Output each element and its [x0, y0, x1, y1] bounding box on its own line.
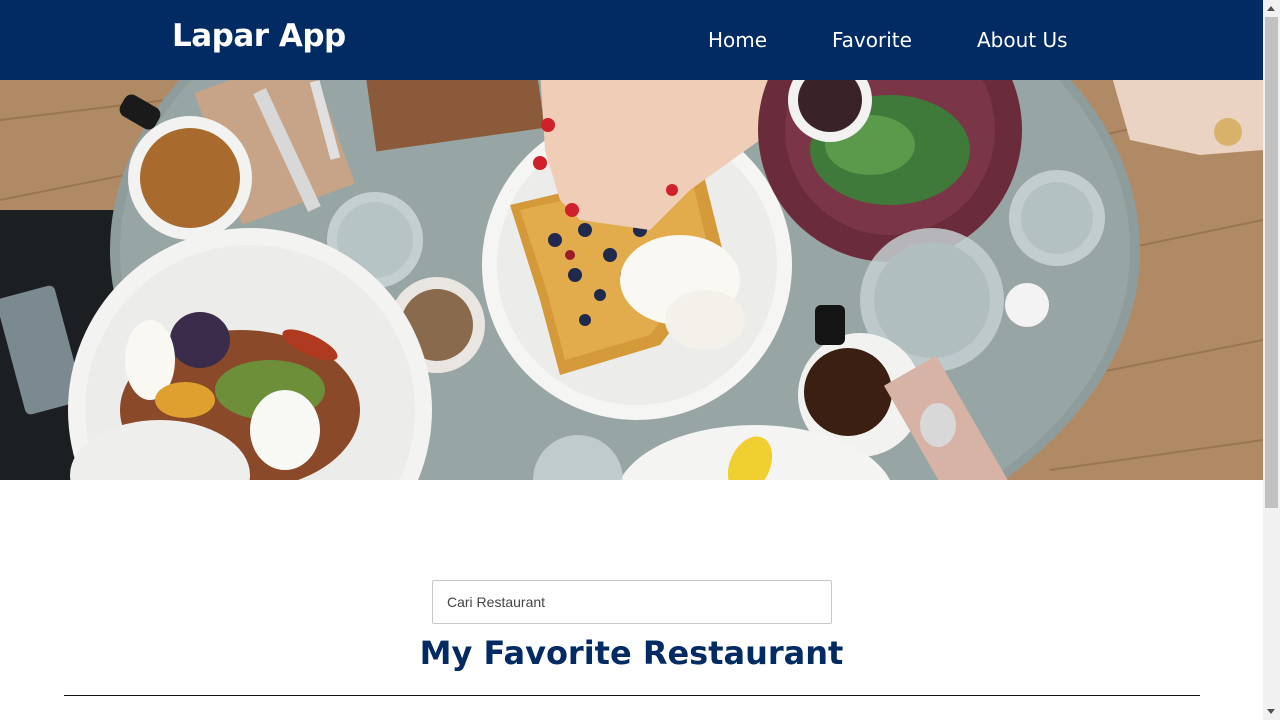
scrollbar[interactable] — [1263, 0, 1280, 720]
nav-link-favorite[interactable]: Favorite — [832, 28, 912, 52]
hero-image — [0, 80, 1263, 480]
nav-link-about-us[interactable]: About Us — [977, 28, 1068, 52]
divider — [64, 695, 1200, 696]
scroll-up-arrow-icon[interactable] — [1263, 0, 1280, 17]
scrollbar-thumb[interactable] — [1265, 17, 1278, 508]
scroll-down-arrow-icon[interactable] — [1263, 703, 1280, 720]
search-input[interactable] — [432, 580, 832, 624]
nav-link-home[interactable]: Home — [708, 28, 767, 52]
app-brand[interactable]: Lapar App — [172, 18, 346, 54]
page-title: My Favorite Restaurant — [419, 634, 844, 672]
navbar: Lapar App Home Favorite About Us — [0, 0, 1263, 80]
